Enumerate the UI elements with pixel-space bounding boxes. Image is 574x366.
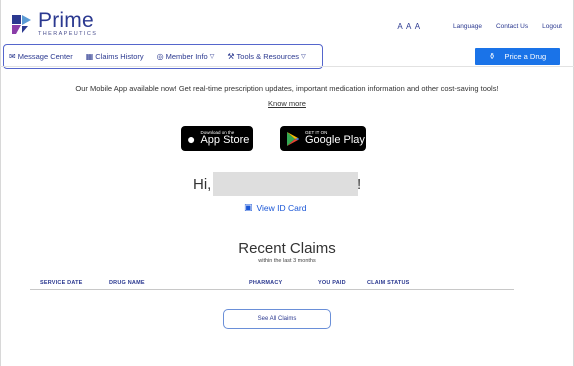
column-header-claim-status[interactable]: CLAIM STATUS	[367, 280, 410, 286]
envelope-icon: ✉	[9, 52, 16, 61]
logo-name: Prime	[38, 9, 94, 33]
claims-table-divider	[30, 289, 514, 290]
google-play-icon	[287, 131, 299, 146]
prime-logo[interactable]: Prime THERAPEUTICS	[10, 10, 97, 38]
recent-claims-subtitle: within the last 3 months	[258, 258, 316, 264]
logo-subtitle: THERAPEUTICS	[38, 31, 98, 38]
nav-message-center[interactable]: ✉ Message Center	[9, 52, 73, 61]
app-store-badge[interactable]: ● Download on the App Store	[181, 126, 253, 151]
mobile-app-banner-text: Our Mobile App available now! Get real-t…	[75, 84, 499, 93]
logout-link[interactable]: Logout	[542, 23, 562, 30]
price-a-drug-label: Price a Drug	[504, 52, 547, 61]
google-play-badge[interactable]: GET IT ON Google Play	[280, 126, 366, 151]
language-link[interactable]: Language	[453, 23, 482, 30]
nav-message-center-label: Message Center	[17, 52, 73, 61]
nav-member-info[interactable]: ◎ Member Info ▽	[157, 52, 215, 61]
chevron-down-icon: ▽	[209, 54, 215, 60]
pill-bottle-icon: ⚱	[488, 52, 496, 61]
apple-icon: ●	[187, 130, 196, 147]
table-icon: ▦	[85, 52, 94, 61]
nav-claims-history-label: Claims History	[95, 52, 144, 61]
price-a-drug-button[interactable]: ⚱ Price a Drug	[475, 48, 560, 65]
nav-claims-history[interactable]: ▦ Claims History	[86, 52, 144, 61]
member-icon: ◎	[156, 52, 164, 61]
nav-tools-resources[interactable]: ⚒ Tools & Resources ▽	[227, 52, 305, 61]
contact-us-link[interactable]: Contact Us	[496, 23, 528, 30]
know-more-link[interactable]: Know more	[0, 99, 574, 108]
column-header-drug-name[interactable]: DRUG NAME	[109, 280, 145, 286]
see-all-claims-button[interactable]: See All Claims	[223, 309, 331, 329]
tools-icon: ⚒	[227, 52, 235, 61]
site-header: Prime THERAPEUTICS A A A Language Contac…	[0, 0, 574, 44]
nav-member-info-label: Member Info	[165, 52, 208, 61]
nav-divider	[0, 66, 574, 67]
nav-tools-resources-label: Tools & Resources	[236, 52, 300, 61]
id-card-icon: ▣	[244, 202, 253, 212]
prime-logo-icon	[12, 15, 31, 34]
view-id-card-link[interactable]: ▣ View ID Card	[244, 202, 306, 213]
recent-claims-title: Recent Claims	[238, 240, 336, 257]
text-size-control[interactable]: A A A	[397, 22, 421, 31]
google-play-big-text: Google Play	[305, 134, 365, 147]
utility-links: A A A Language Contact Us Logout	[397, 22, 562, 31]
column-header-pharmacy[interactable]: PHARMACY	[249, 280, 282, 286]
column-header-service-date[interactable]: SERVICE DATE	[40, 280, 83, 286]
chevron-down-icon: ▽	[301, 54, 306, 60]
greeting-punctuation: !	[357, 176, 362, 193]
redacted-member-name	[213, 172, 358, 196]
greeting-hi: Hi,	[193, 176, 212, 193]
column-header-you-paid[interactable]: YOU PAID	[318, 280, 346, 286]
app-store-big-text: App Store	[200, 134, 250, 147]
view-id-card-label: View ID Card	[256, 202, 307, 213]
